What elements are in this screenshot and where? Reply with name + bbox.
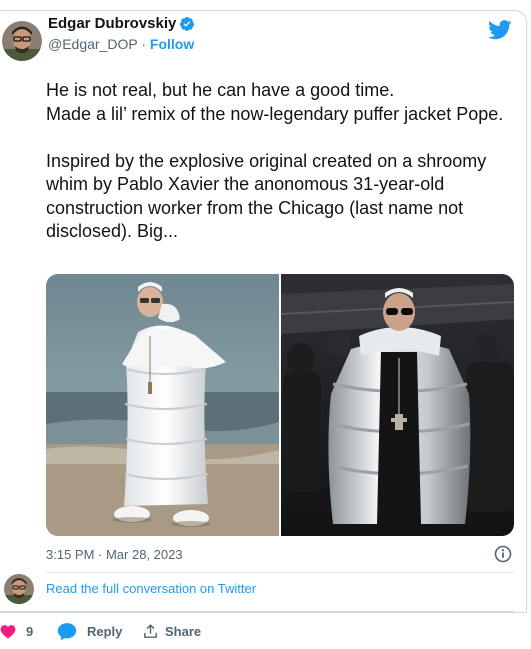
separator-dot: · — [141, 36, 147, 52]
author-name[interactable]: Edgar Dubrovskiy — [48, 15, 195, 32]
follow-button[interactable]: Follow — [150, 36, 194, 52]
share-arrow-icon — [142, 623, 159, 640]
author-name-text: Edgar Dubrovskiy — [48, 15, 177, 32]
share-button[interactable]: Share — [142, 623, 201, 640]
actions-divider — [0, 611, 514, 612]
conversation-avatar[interactable] — [4, 574, 34, 604]
like-count: 9 — [26, 623, 34, 639]
speech-bubble-icon — [57, 622, 77, 641]
author-avatar[interactable] — [2, 21, 42, 61]
author-handle[interactable]: @Edgar_DOP — [48, 36, 137, 52]
twitter-bird-icon[interactable] — [488, 20, 512, 40]
read-conversation-link[interactable]: Read the full conversation on Twitter — [46, 581, 256, 596]
tweet-photo-1[interactable] — [46, 274, 279, 536]
info-icon[interactable] — [494, 545, 512, 563]
divider — [46, 572, 514, 573]
tweet-text: He is not real, but he can have a good t… — [46, 80, 504, 241]
like-button[interactable]: 9 — [0, 624, 33, 639]
heart-icon — [0, 624, 16, 639]
tweet-photo-2[interactable] — [281, 274, 514, 536]
reply-label: Reply — [87, 623, 123, 639]
share-label: Share — [165, 623, 202, 639]
reply-button[interactable]: Reply — [57, 622, 122, 641]
tweet-timestamp[interactable]: 3:15 PM · Mar 28, 2023 — [46, 547, 183, 562]
author-handle-line: @Edgar_DOP · Follow — [48, 36, 194, 52]
verified-badge-icon — [179, 16, 195, 32]
